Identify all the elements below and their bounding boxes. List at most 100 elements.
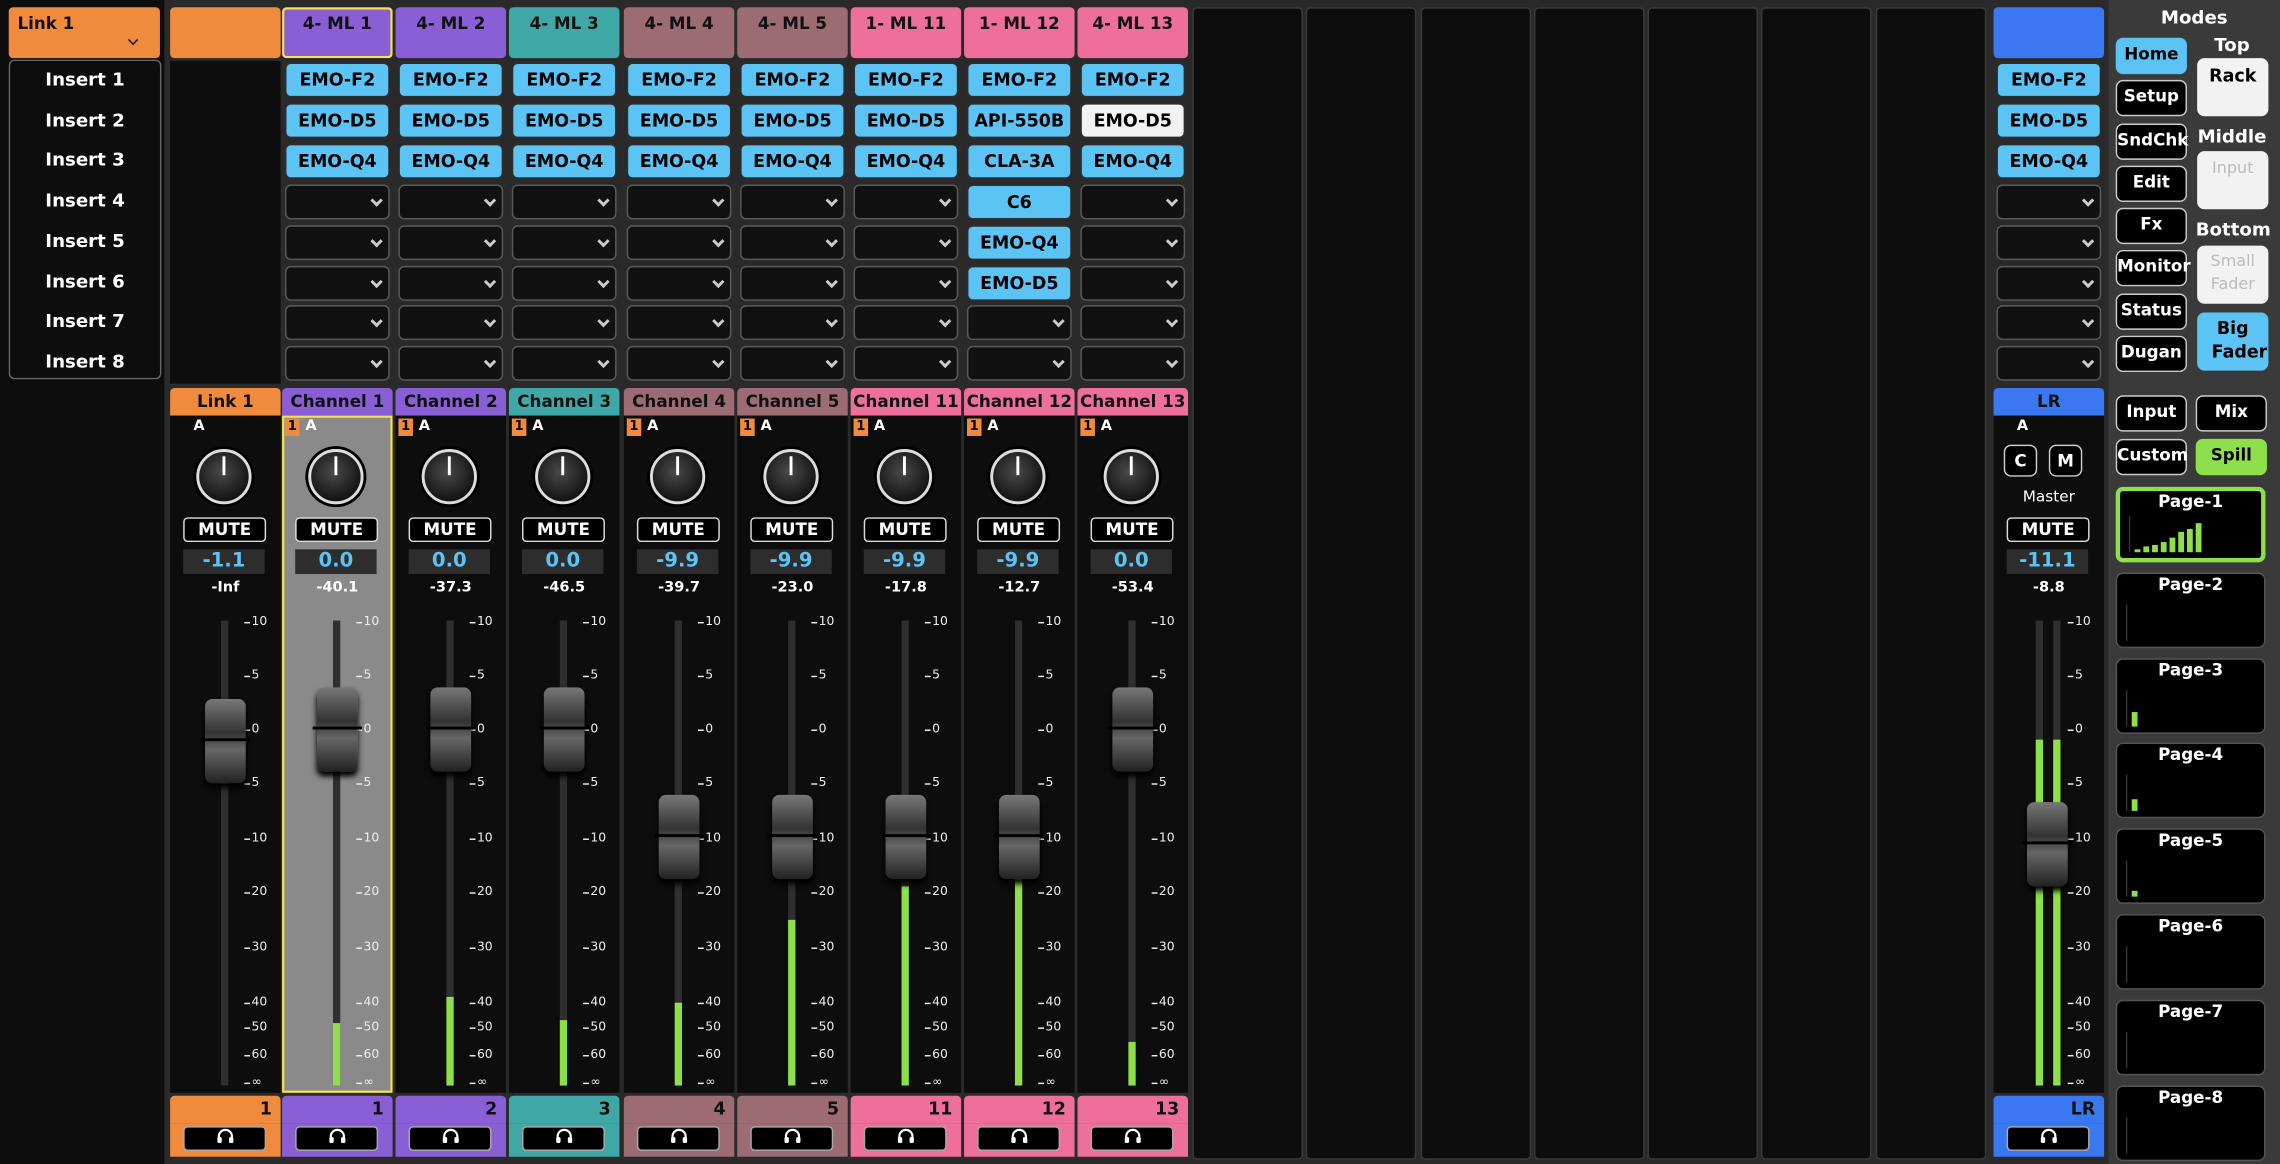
empty-plugin-slot[interactable] [853, 265, 959, 301]
fader-cap[interactable] [994, 795, 1045, 880]
plugin-slot[interactable]: EMO-F2 [285, 62, 390, 98]
channel-header[interactable]: 4- ML 2 [395, 7, 507, 59]
empty-plugin-slot[interactable] [740, 184, 845, 219]
empty-plugin-slot[interactable] [626, 265, 732, 301]
page-button[interactable]: Page-8 [2115, 1084, 2266, 1161]
plugin-slot[interactable]: EMO-F2 [1996, 62, 2102, 98]
insert-item[interactable]: Insert 3 [10, 147, 160, 173]
plugin-slot[interactable]: EMO-F2 [740, 62, 845, 98]
insert-item[interactable]: Insert 5 [10, 228, 160, 254]
channel-name[interactable]: Channel 4 [623, 388, 735, 416]
headphone-cue-button[interactable] [977, 1126, 1061, 1151]
empty-plugin-slot[interactable] [1080, 184, 1186, 219]
channel-header[interactable]: 1- ML 12 [964, 7, 1075, 59]
mute-button[interactable]: MUTE [2006, 517, 2090, 543]
fader-gain-value[interactable]: -9.9 [977, 549, 1059, 575]
empty-plugin-slot[interactable] [398, 224, 504, 260]
mute-button[interactable]: MUTE [522, 517, 605, 543]
empty-plugin-slot[interactable] [1080, 265, 1186, 301]
pan-knob[interactable] [196, 449, 252, 505]
insert-item[interactable]: Insert 1 [10, 67, 160, 93]
insert-item[interactable]: Insert 7 [10, 308, 160, 334]
empty-plugin-slot[interactable] [285, 184, 390, 219]
plugin-slot[interactable]: API-550B [966, 103, 1072, 138]
plugin-slot[interactable]: EMO-Q4 [511, 143, 617, 179]
headphone-cue-button[interactable] [1090, 1126, 1174, 1151]
headphone-cue-button[interactable] [2006, 1126, 2090, 1151]
fader-gain-value[interactable]: -9.9 [636, 549, 719, 575]
channel-name[interactable]: Channel 1 [282, 388, 393, 416]
empty-plugin-slot[interactable] [1080, 224, 1186, 260]
plugin-slot[interactable]: EMO-Q4 [626, 143, 732, 179]
channel-header[interactable]: 1- ML 11 [850, 7, 962, 59]
plugin-slot[interactable]: EMO-Q4 [1996, 143, 2102, 179]
mute-button[interactable]: MUTE [183, 517, 267, 543]
empty-plugin-slot[interactable] [285, 224, 390, 260]
fader-gain-value[interactable]: -9.9 [863, 549, 946, 575]
headphone-cue-button[interactable] [408, 1126, 492, 1151]
mute-button[interactable]: MUTE [977, 517, 1061, 543]
plugin-slot[interactable]: EMO-F2 [853, 62, 959, 98]
fader-cap[interactable] [654, 795, 704, 880]
empty-plugin-slot[interactable] [626, 224, 732, 260]
mode-button[interactable]: Fx [2115, 207, 2187, 245]
pan-knob[interactable] [649, 449, 706, 505]
empty-plugin-slot[interactable] [1080, 346, 1186, 382]
page-button[interactable]: Page-3 [2115, 657, 2266, 734]
mode-button[interactable]: Monitor [2115, 249, 2191, 287]
mode-button[interactable]: SndChk [2115, 123, 2188, 160]
empty-plugin-slot[interactable] [1996, 224, 2102, 260]
fader-cap[interactable] [200, 699, 251, 784]
mode-button[interactable]: Edit [2115, 165, 2187, 202]
channel-header[interactable] [170, 7, 281, 59]
fader-gain-value[interactable]: 0.0 [408, 549, 491, 575]
empty-plugin-slot[interactable] [1996, 305, 2102, 341]
input-button[interactable]: Input [2197, 151, 2269, 210]
view-button[interactable]: Mix [2195, 395, 2267, 432]
page-button[interactable]: Page-4 [2115, 743, 2266, 819]
plugin-slot[interactable]: EMO-Q4 [285, 143, 390, 179]
empty-plugin-slot[interactable] [285, 265, 390, 301]
view-button[interactable]: Custom [2115, 438, 2188, 476]
plugin-slot[interactable]: C6 [966, 184, 1072, 219]
fader-cap[interactable] [539, 687, 589, 772]
page-button[interactable]: Page-1 [2115, 486, 2266, 563]
plugin-slot[interactable]: EMO-D5 [511, 103, 617, 138]
headphone-cue-button[interactable] [183, 1126, 267, 1151]
empty-plugin-slot[interactable] [740, 346, 845, 382]
empty-plugin-slot[interactable] [285, 346, 390, 382]
channel-name[interactable]: Channel 12 [964, 388, 1075, 416]
fader-cap[interactable] [312, 687, 363, 772]
empty-plugin-slot[interactable] [398, 305, 504, 341]
empty-plugin-slot[interactable] [853, 184, 959, 219]
small-fader-button[interactable]: Small Fader [2197, 245, 2269, 304]
pan-knob[interactable] [421, 449, 477, 505]
empty-plugin-slot[interactable] [740, 305, 845, 341]
plugin-slot[interactable]: EMO-D5 [740, 103, 845, 138]
pan-knob[interactable] [990, 449, 1046, 505]
fader-gain-value[interactable]: -1.1 [183, 549, 265, 575]
empty-plugin-slot[interactable] [853, 305, 959, 341]
plugin-slot[interactable]: CLA-3A [966, 143, 1072, 179]
pan-knob[interactable] [876, 449, 933, 505]
page-button[interactable]: Page-2 [2115, 572, 2266, 648]
headphone-cue-button[interactable] [863, 1126, 947, 1151]
mute-button[interactable]: MUTE [1090, 517, 1174, 543]
empty-plugin-slot[interactable] [626, 305, 732, 341]
rack-button[interactable]: Rack [2197, 58, 2269, 117]
plugin-slot[interactable]: EMO-D5 [626, 103, 732, 138]
insert-item[interactable]: Insert 6 [10, 268, 160, 294]
mute-button[interactable]: MUTE [408, 517, 492, 543]
empty-plugin-slot[interactable] [626, 184, 732, 219]
plugin-slot[interactable]: EMO-D5 [1080, 103, 1186, 138]
plugin-slot[interactable]: EMO-F2 [398, 62, 504, 98]
fader-gain-value[interactable]: 0.0 [522, 549, 604, 575]
empty-plugin-slot[interactable] [511, 305, 617, 341]
plugin-slot[interactable]: EMO-D5 [966, 265, 1072, 301]
page-button[interactable]: Page-7 [2115, 999, 2266, 1076]
channel-name[interactable]: Channel 2 [395, 388, 507, 416]
empty-plugin-slot[interactable] [740, 224, 845, 260]
fader-gain-value[interactable]: -9.9 [750, 549, 832, 575]
plugin-slot[interactable]: EMO-D5 [1996, 103, 2102, 138]
channel-header[interactable]: 4- ML 13 [1077, 7, 1188, 59]
